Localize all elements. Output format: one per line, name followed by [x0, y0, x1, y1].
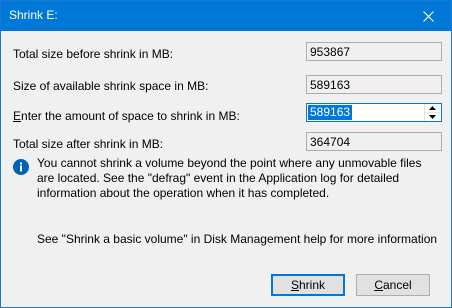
shrink-button-accel: S — [290, 278, 299, 292]
shrink-dialog: Shrink E: Total size before shrink in MB… — [0, 0, 452, 308]
spin-buttons — [424, 104, 440, 121]
available-space-value: 589163 — [306, 75, 442, 94]
help-text: See "Shrink a basic volume" in Disk Mana… — [37, 232, 438, 246]
shrink-button-label: hrink — [299, 278, 326, 292]
shrink-amount-input[interactable]: 589163 — [308, 105, 353, 120]
total-after-label: Total size after shrink in MB: — [13, 137, 164, 151]
window-title: Shrink E: — [9, 8, 58, 22]
chevron-up-icon — [429, 106, 436, 110]
available-space-label: Size of available shrink space in MB: — [13, 79, 209, 93]
shrink-amount-label: Enter the amount of space to shrink in M… — [13, 109, 240, 123]
shrink-amount-label-accel: E — [13, 109, 22, 123]
info-message: You cannot shrink a volume beyond the po… — [37, 156, 422, 200]
total-before-label: Total size before shrink in MB: — [13, 47, 174, 61]
chevron-down-icon — [429, 115, 436, 119]
total-before-value: 953867 — [306, 42, 442, 61]
close-icon — [422, 10, 434, 22]
total-after-value: 364704 — [306, 132, 442, 151]
title-bar[interactable]: Shrink E: — [1, 1, 451, 31]
shrink-button[interactable]: Shrink — [271, 274, 345, 296]
shrink-amount-stepper[interactable]: 589163 — [306, 103, 442, 122]
cancel-button-accel: C — [374, 278, 383, 292]
cancel-button-label: ancel — [382, 278, 412, 292]
spin-down-button[interactable] — [425, 113, 440, 121]
spin-up-button[interactable] — [425, 104, 440, 113]
info-icon — [13, 159, 29, 175]
close-button[interactable] — [405, 1, 451, 31]
shrink-amount-label-rest: nter the amount of space to shrink in MB… — [21, 109, 240, 123]
cancel-button[interactable]: Cancel — [356, 274, 430, 296]
